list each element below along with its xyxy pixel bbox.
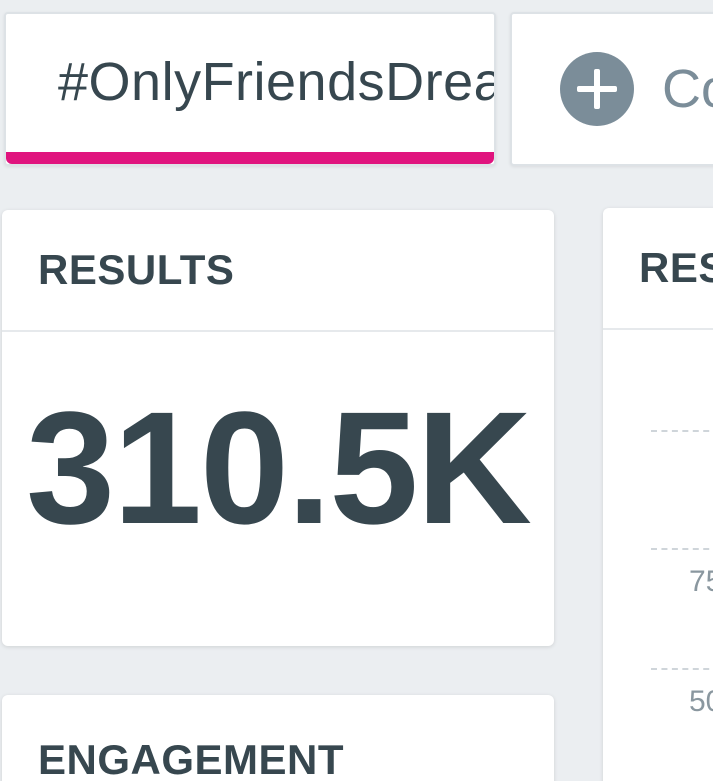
tab-label: #OnlyFriendsDream bbox=[58, 52, 494, 112]
compare-tab[interactable]: Compare bbox=[510, 12, 713, 166]
engagement-card-title: ENGAGEMENT bbox=[38, 736, 345, 781]
dashboard: #OnlyFriendsDream Compare RESULTS 310.5K… bbox=[0, 0, 713, 781]
results-chart-title: RESULTS bbox=[603, 208, 713, 330]
compare-label: Compare bbox=[662, 59, 713, 119]
results-value: 310.5K bbox=[26, 378, 532, 557]
tab-onlyfriendsdream[interactable]: #OnlyFriendsDream bbox=[4, 12, 496, 166]
y-tick-label: 50 bbox=[689, 685, 713, 718]
chart-gridline bbox=[651, 668, 713, 670]
chart-gridline bbox=[651, 548, 713, 550]
plus-circle-icon[interactable] bbox=[560, 52, 634, 126]
results-card-title: RESULTS bbox=[2, 210, 554, 332]
results-card: RESULTS 310.5K bbox=[2, 210, 554, 646]
y-tick-label: 75 bbox=[689, 565, 713, 598]
results-chart-card: RESULTS 75 50 bbox=[603, 208, 713, 781]
engagement-card: ENGAGEMENT bbox=[2, 695, 554, 781]
chart-gridline bbox=[651, 430, 713, 432]
active-tab-indicator bbox=[6, 152, 494, 164]
